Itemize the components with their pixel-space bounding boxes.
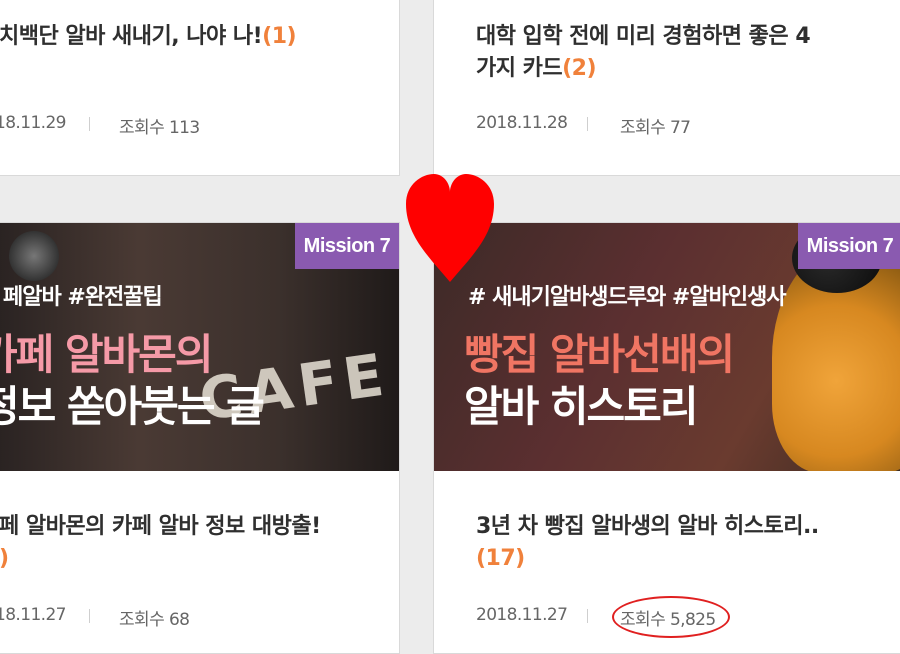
- post-card[interactable]: Mission 7 # 새내기알바생드루와 #알바인생사 빵집 알바선배의 알바…: [433, 222, 900, 654]
- heart-icon: [406, 174, 494, 282]
- comment-count: (1): [262, 24, 297, 49]
- post-title-line: 대학 입학 전에 미리 경험하면 좋은 4: [476, 24, 811, 49]
- post-date: 18.11.27: [0, 605, 67, 625]
- view-count: 조회수 77: [620, 113, 691, 138]
- post-thumbnail[interactable]: Mission 7 # 새내기알바생드루와 #알바인생사 빵집 알바선배의 알바…: [434, 223, 900, 471]
- thumbnail-headline-2: 알바 히스토리: [464, 382, 698, 431]
- meta-divider: [587, 117, 588, 131]
- post-title-text: 치백단 알바 새내기, 나야 나!: [0, 24, 263, 49]
- post-title[interactable]: 대학 입학 전에 미리 경험하면 좋은 4 가지 카드(2): [476, 21, 811, 85]
- meta-divider: [89, 609, 90, 623]
- post-title[interactable]: 치백단 알바 새내기, 나야 나!(1): [0, 21, 297, 53]
- view-count: 조회수 113: [119, 113, 200, 138]
- post-date: 18.11.29: [0, 113, 67, 133]
- view-label: 조회수: [620, 118, 666, 138]
- comment-count: ): [0, 543, 321, 575]
- post-thumbnail[interactable]: CAFE Mission 7 페알바 #완전꿀팁 카페 알바몬의 정보 쏟아붓는…: [0, 223, 399, 471]
- view-label: 조회수: [119, 118, 165, 138]
- view-value: 68: [168, 610, 190, 630]
- view-value: 113: [168, 118, 200, 138]
- thumbnail-headline-2: 정보 쏟아붓는 글: [0, 382, 265, 431]
- post-card[interactable]: CAFE Mission 7 페알바 #완전꿀팁 카페 알바몬의 정보 쏟아붓는…: [0, 222, 400, 654]
- post-card[interactable]: 대학 입학 전에 미리 경험하면 좋은 4 가지 카드(2) 2018.11.2…: [433, 0, 900, 176]
- red-circle-highlight: [612, 596, 730, 638]
- post-title[interactable]: 페 알바몬의 카페 알바 정보 대방출! ): [0, 511, 321, 575]
- post-date: 2018.11.27: [476, 605, 568, 625]
- comment-count: (2): [562, 56, 597, 81]
- thumbnail-hashtags: 페알바 #완전꿀팁: [3, 285, 163, 310]
- view-label: 조회수: [119, 610, 165, 630]
- post-title-line: 가지 카드: [476, 56, 563, 81]
- post-title-text: 페 알바몬의 카페 알바 정보 대방출!: [0, 514, 321, 539]
- view-count: 조회수 68: [119, 605, 190, 630]
- meta-divider: [89, 117, 90, 131]
- mission-badge: Mission 7: [798, 223, 900, 269]
- post-card[interactable]: 치백단 알바 새내기, 나야 나!(1) 18.11.29 조회수 113: [0, 0, 400, 176]
- post-title-text: 3년 차 빵집 알바생의 알바 히스토리..: [476, 514, 819, 539]
- mission-badge: Mission 7: [295, 223, 399, 269]
- post-title[interactable]: 3년 차 빵집 알바생의 알바 히스토리.. (17): [476, 511, 819, 575]
- thumbnail-hashtags: # 새내기알바생드루와 #알바인생사: [468, 285, 787, 310]
- view-value: 77: [669, 118, 691, 138]
- post-date: 2018.11.28: [476, 113, 568, 133]
- lamp-decoration: [9, 231, 59, 281]
- meta-divider: [587, 609, 588, 623]
- comment-count: (17): [476, 546, 525, 571]
